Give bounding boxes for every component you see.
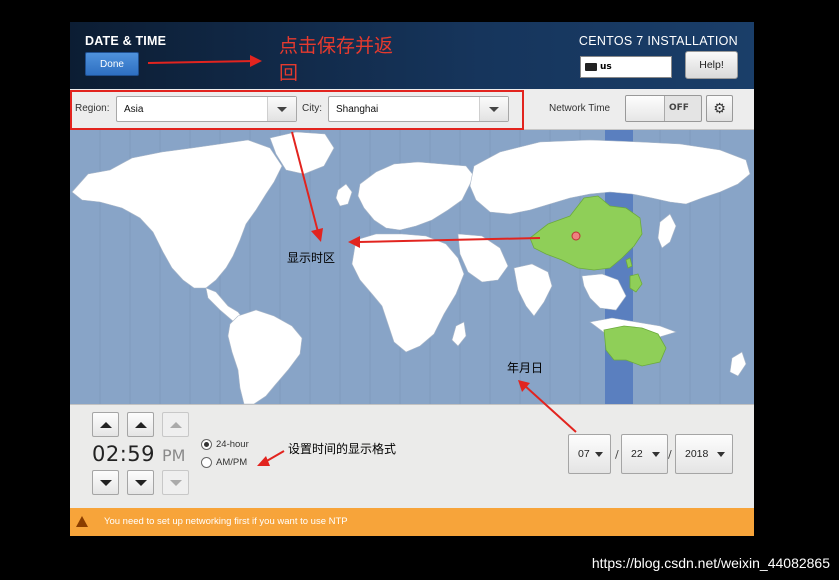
24-hour-label: 24-hour: [216, 439, 249, 450]
date-separator: /: [668, 448, 672, 461]
keyboard-icon: [585, 63, 597, 71]
new-zealand: [729, 351, 747, 377]
year-select[interactable]: 2018: [675, 434, 733, 474]
madagascar: [451, 321, 467, 347]
hour-up-button[interactable]: [92, 412, 119, 437]
month-select[interactable]: 07: [568, 434, 611, 474]
gear-icon: ⚙: [713, 100, 726, 117]
ntp-settings-button[interactable]: ⚙: [706, 95, 733, 122]
annotation-time-format: 设置时间的显示格式: [288, 442, 397, 456]
ampm-down-button[interactable]: [162, 470, 189, 495]
warning-text: You need to set up networking first if y…: [104, 516, 348, 527]
europe: [357, 161, 475, 231]
annotation-show-timezone: 显示时区: [287, 251, 336, 265]
timezone-map[interactable]: [70, 130, 754, 405]
header-bar: DATE & TIME Done CENTOS 7 INSTALLATION u…: [70, 22, 754, 89]
ampm-up-button[interactable]: [162, 412, 189, 437]
day-value: 22: [631, 448, 643, 460]
minute-down-button[interactable]: [127, 470, 154, 495]
shanghai-marker[interactable]: [571, 231, 581, 241]
ampm-display: PM: [162, 446, 186, 465]
south-america: [227, 309, 303, 405]
ampm-label: AM/PM: [216, 457, 248, 468]
japan: [657, 213, 677, 249]
page-title: DATE & TIME: [85, 34, 167, 48]
toggle-state-label: OFF: [669, 103, 689, 113]
keyboard-layout-indicator[interactable]: us: [580, 56, 672, 78]
chevron-down-icon: [717, 452, 725, 457]
ampm-radio[interactable]: [201, 457, 212, 468]
24-hour-radio[interactable]: [201, 439, 212, 450]
annotation-save-return: 点击保存并返回: [279, 35, 394, 84]
philippines: [629, 273, 643, 293]
month-value: 07: [578, 448, 590, 460]
network-time-toggle[interactable]: OFF: [625, 95, 702, 122]
date-time-panel: 02:59 PM 24-hour AM/PM 07 / 22 / 2018: [70, 404, 754, 509]
chevron-down-icon: [652, 452, 660, 457]
network-time-label: Network Time: [549, 103, 611, 114]
installer-title: CENTOS 7 INSTALLATION: [578, 34, 738, 48]
time-display: 02:59: [92, 442, 156, 466]
uk: [335, 183, 353, 207]
minute-up-button[interactable]: [127, 412, 154, 437]
help-button[interactable]: Help!: [685, 51, 738, 79]
day-select[interactable]: 22: [621, 434, 668, 474]
world-map: [71, 130, 751, 405]
keyboard-layout-label: us: [600, 62, 612, 72]
toggle-knob: [626, 96, 665, 121]
date-separator: /: [615, 448, 619, 461]
done-button[interactable]: Done: [85, 52, 139, 76]
middle-east: [457, 233, 509, 283]
warning-bar: You need to set up networking first if y…: [70, 508, 754, 536]
year-value: 2018: [685, 448, 709, 460]
annotation-highlight-box: [70, 90, 524, 130]
hour-down-button[interactable]: [92, 470, 119, 495]
africa: [351, 233, 465, 353]
watermark: https://blog.csdn.net/weixin_44082865: [591, 555, 830, 571]
chevron-down-icon: [595, 452, 603, 457]
annotation-date: 年月日: [507, 361, 544, 375]
warning-icon: [76, 516, 88, 527]
north-america: [71, 139, 283, 289]
